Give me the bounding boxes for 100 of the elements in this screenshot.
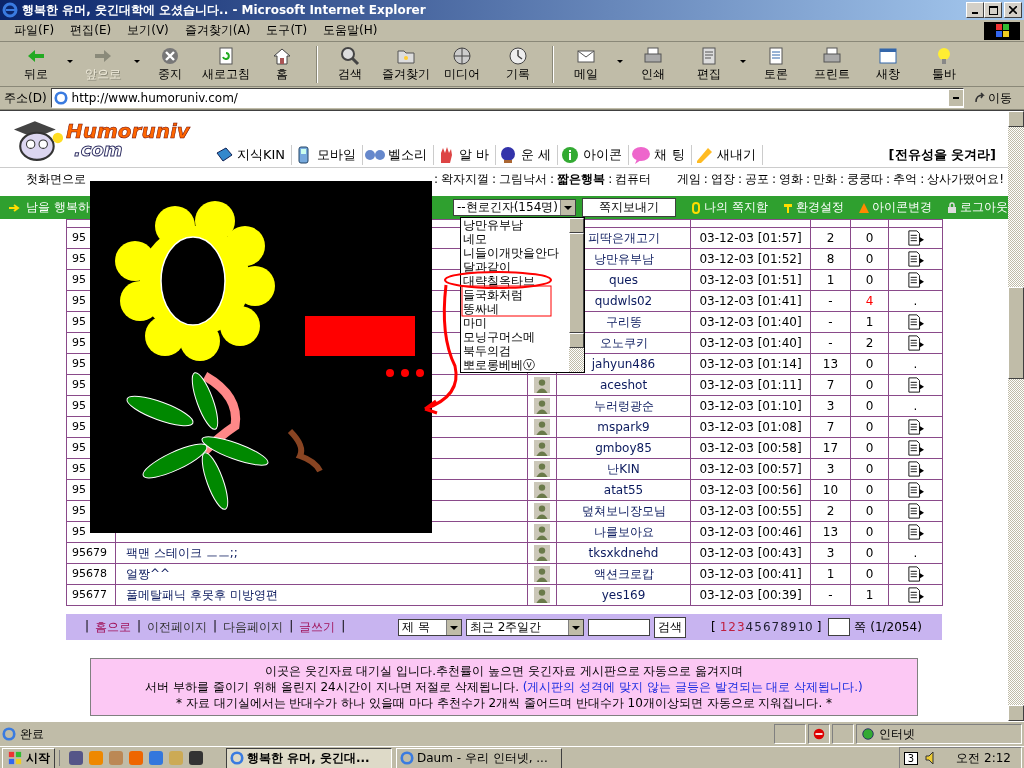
document-arrow-icon[interactable] bbox=[905, 482, 926, 498]
period-select[interactable]: 최근 2주일간 bbox=[466, 618, 584, 636]
document-arrow-icon[interactable] bbox=[905, 377, 926, 393]
category-link[interactable]: 만화 bbox=[813, 170, 838, 188]
nav-link[interactable]: 새내기 bbox=[691, 145, 763, 165]
taskbar-button[interactable]: Daum - 우리 인터넷, ... bbox=[396, 747, 562, 768]
page-link[interactable]: 10 bbox=[797, 620, 813, 634]
list-item[interactable]: 대략칠옥타브 bbox=[463, 274, 569, 288]
category-link[interactable]: 첫화면으로 bbox=[26, 170, 86, 188]
page-link[interactable]: 4 bbox=[745, 620, 754, 634]
document-arrow-icon[interactable] bbox=[905, 272, 926, 288]
author-link[interactable]: 구리똥 bbox=[605, 315, 642, 329]
search-button[interactable]: 검색 bbox=[654, 616, 686, 638]
nav-link[interactable]: 알 바 bbox=[434, 145, 497, 165]
menu-item[interactable]: 보기(V) bbox=[119, 22, 177, 39]
category-link[interactable]: 그림낙서 bbox=[499, 170, 548, 188]
toolbar-button[interactable]: 편집 bbox=[681, 45, 748, 83]
nav-link[interactable]: 지식KIN bbox=[212, 145, 293, 165]
page-input[interactable] bbox=[828, 618, 851, 636]
toolbar-button[interactable]: 새창 bbox=[860, 45, 916, 83]
author-link[interactable]: 난KIN bbox=[607, 462, 640, 476]
tray-badge[interactable]: 3 bbox=[903, 751, 919, 765]
toolbar-button[interactable]: 즐겨찾기 bbox=[378, 45, 434, 83]
author-link[interactable]: ques bbox=[609, 273, 638, 287]
list-item[interactable]: 북두의검 bbox=[463, 344, 569, 358]
category-link[interactable]: 영화 bbox=[779, 170, 803, 188]
app-icon[interactable] bbox=[188, 750, 204, 766]
toolbar-button[interactable]: 메일 bbox=[552, 45, 625, 83]
board-link[interactable]: 이전페이지 bbox=[144, 618, 211, 636]
toolbar-button[interactable]: 검색 bbox=[316, 45, 378, 83]
menu-item[interactable]: 편집(E) bbox=[62, 22, 120, 39]
online-users-select[interactable]: --현로긴자(154명) bbox=[453, 199, 577, 216]
document-arrow-icon[interactable] bbox=[905, 251, 926, 267]
category-link[interactable]: 상사가떴어요! bbox=[927, 170, 1004, 188]
list-item[interactable]: 들국화처럼 bbox=[463, 288, 569, 302]
document-arrow-icon[interactable] bbox=[905, 335, 926, 351]
document-arrow-icon[interactable] bbox=[905, 587, 926, 603]
post-title-link[interactable]: 얼짱^^ bbox=[126, 567, 171, 581]
category-link[interactable]: 게임 bbox=[676, 170, 701, 188]
page-scrollbar[interactable] bbox=[1008, 111, 1024, 721]
send-message-button[interactable]: 쪽지보내기 bbox=[582, 198, 677, 217]
list-item[interactable]: 니들이개맛을안다 bbox=[463, 246, 569, 260]
maximize-button[interactable] bbox=[984, 2, 1002, 18]
board-link[interactable]: 홈으로 bbox=[92, 618, 135, 636]
site-logo[interactable]: Humoruniv .com bbox=[10, 117, 190, 163]
list-item[interactable]: 똥싸네 bbox=[463, 302, 569, 316]
online-users-list[interactable]: 낭만유부남 네모 니들이개맛을안다 달과같이 대략칠옥타브 들국화처럼 똥싸네 마미 모닝구머스메 북두의검 뽀로롱베베ⓥ bbox=[460, 217, 585, 373]
list-item[interactable]: 마미 bbox=[463, 316, 569, 330]
app-icon[interactable] bbox=[68, 750, 84, 766]
search-field-select[interactable]: 제 목 bbox=[398, 618, 462, 636]
nav-link[interactable]: 채 팅 bbox=[629, 145, 692, 165]
toolbar-button[interactable]: 툴바 bbox=[916, 45, 972, 83]
document-arrow-icon[interactable] bbox=[905, 461, 926, 477]
menu-item[interactable]: 도구(T) bbox=[258, 22, 316, 39]
search-input[interactable] bbox=[588, 618, 650, 636]
nav-link[interactable]: 벨소리 bbox=[363, 145, 435, 165]
start-button[interactable]: 시작 bbox=[2, 747, 55, 768]
toolbar-button[interactable]: 중지 bbox=[142, 45, 198, 83]
list-item[interactable]: 모닝구머스메 bbox=[463, 330, 569, 344]
category-link[interactable]: 공포 bbox=[744, 170, 769, 188]
category-link[interactable]: 왁자지껄 bbox=[441, 170, 490, 188]
go-button[interactable]: 이동 bbox=[968, 89, 1020, 107]
document-arrow-icon[interactable] bbox=[905, 419, 926, 435]
scrollbar[interactable] bbox=[569, 218, 584, 372]
toolbar-button[interactable]: 기록 bbox=[490, 45, 546, 83]
document-arrow-icon[interactable] bbox=[905, 524, 926, 540]
menu-item[interactable]: 도움말(H) bbox=[315, 22, 386, 39]
list-item[interactable]: 뽀로롱베베ⓥ bbox=[463, 358, 569, 372]
page-link[interactable]: 7 bbox=[771, 620, 780, 634]
close-button[interactable] bbox=[1004, 2, 1022, 18]
toolbar-button[interactable]: 인쇄 bbox=[625, 45, 681, 83]
board-link[interactable]: 다음페이지 bbox=[220, 618, 287, 636]
board-link[interactable]: 글쓰기 bbox=[296, 618, 339, 636]
toolbar-button[interactable]: 미디어 bbox=[434, 45, 490, 83]
category-link[interactable]: 쿵쿵따 bbox=[847, 170, 884, 188]
page-link[interactable]: 6 bbox=[762, 620, 771, 634]
category-link[interactable]: 컴퓨터 bbox=[615, 170, 652, 188]
post-title-link[interactable]: 팩맨 스테이크 ㅡㅡ;; bbox=[126, 546, 238, 560]
category-link[interactable]: 엽장 bbox=[710, 170, 735, 188]
list-item[interactable]: 달과같이 bbox=[463, 260, 569, 274]
document-arrow-icon[interactable] bbox=[905, 566, 926, 582]
toolbar-button[interactable]: 홈 bbox=[254, 45, 310, 83]
toolbar-button[interactable]: 뒤로 bbox=[8, 45, 75, 83]
toolbar-button[interactable]: 프린트 bbox=[804, 45, 860, 83]
list-item[interactable]: 낭만유부남 bbox=[463, 218, 569, 232]
category-link[interactable]: 짧은행복 bbox=[557, 170, 606, 188]
document-arrow-icon[interactable] bbox=[905, 230, 926, 246]
nav-link[interactable]: 운 세 bbox=[496, 145, 559, 165]
document-arrow-icon[interactable] bbox=[905, 503, 926, 519]
list-item[interactable]: 네모 bbox=[463, 232, 569, 246]
toolbar-button[interactable]: 토론 bbox=[748, 45, 804, 83]
toolbar-button[interactable]: 새로고침 bbox=[198, 45, 254, 83]
document-arrow-icon[interactable] bbox=[905, 440, 926, 456]
address-field[interactable]: http://www.humoruniv.com/ bbox=[50, 88, 964, 108]
minimize-button[interactable] bbox=[966, 2, 984, 18]
nav-link[interactable]: 모바일 bbox=[292, 145, 364, 165]
page-link[interactable]: 8 bbox=[780, 620, 788, 634]
taskbar-button[interactable]: 행복한 유머, 웃긴대... bbox=[226, 747, 392, 768]
document-arrow-icon[interactable] bbox=[905, 314, 926, 330]
page-link[interactable]: 9 bbox=[788, 620, 797, 634]
